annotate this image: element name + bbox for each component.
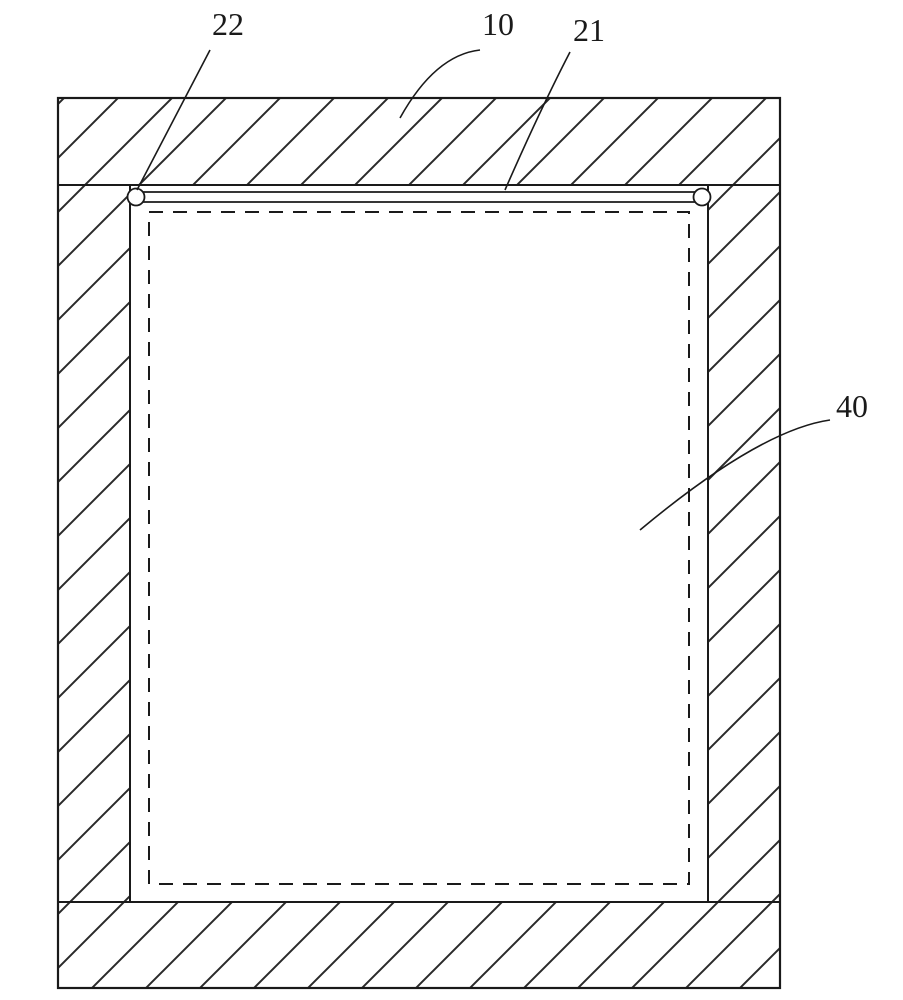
diagram-svg bbox=[0, 0, 903, 1000]
dashed-rect-40 bbox=[149, 212, 689, 884]
label-22: 22 bbox=[212, 6, 244, 43]
hatched-frame bbox=[58, 98, 780, 988]
label-10: 10 bbox=[482, 6, 514, 43]
rod-end-right bbox=[694, 189, 711, 206]
outer-rect bbox=[58, 98, 780, 988]
diagram-canvas: 22 10 21 40 bbox=[0, 0, 903, 1000]
label-21: 21 bbox=[573, 12, 605, 49]
label-40: 40 bbox=[836, 388, 868, 425]
rod-end-left bbox=[128, 189, 145, 206]
